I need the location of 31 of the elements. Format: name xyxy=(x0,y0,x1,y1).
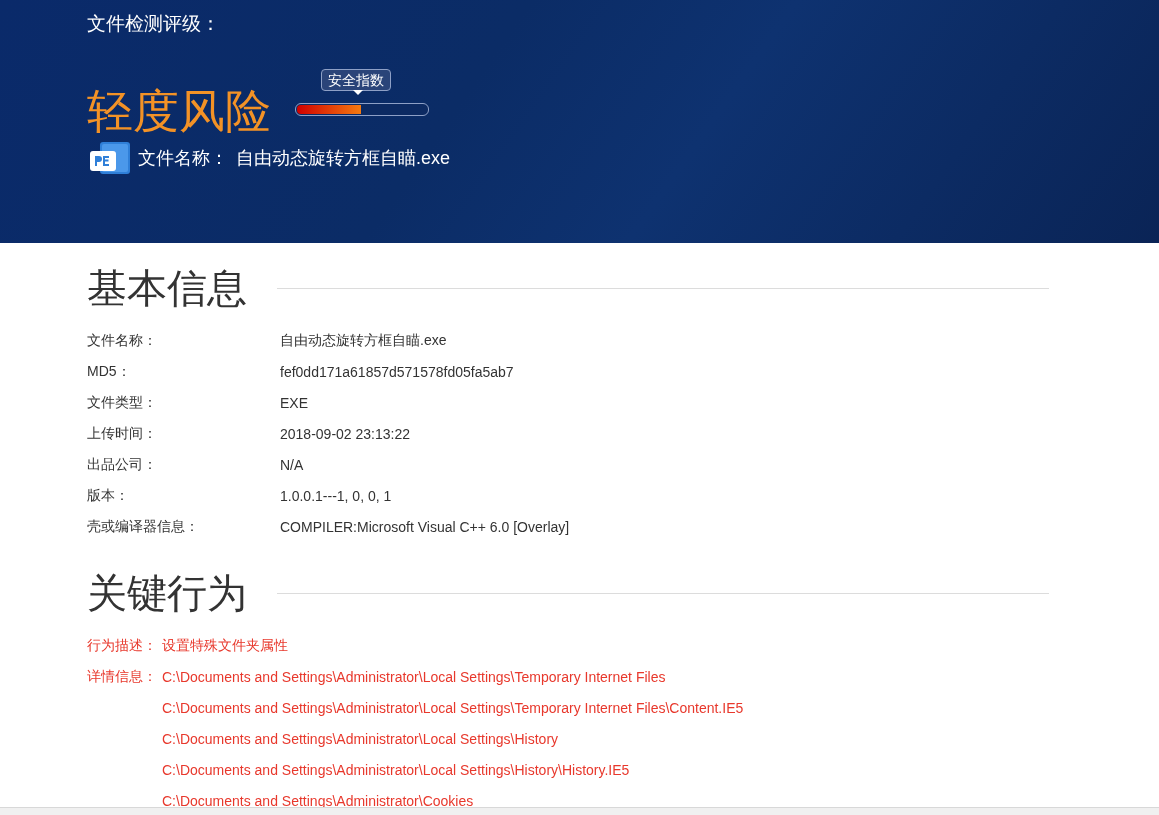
info-label: 文件名称： xyxy=(87,331,158,350)
tooltip-pointer-icon xyxy=(353,90,363,95)
pe-file-icon xyxy=(90,142,130,174)
section-title: 关键行为 xyxy=(87,570,247,617)
info-value: 2018-09-02 23:13:22 xyxy=(280,425,410,442)
info-label: 文件类型： xyxy=(87,393,158,412)
risk-level: 轻度风险 xyxy=(87,86,271,136)
info-value: N/A xyxy=(280,456,304,473)
behavior-label: 行为描述： xyxy=(87,636,158,655)
detail-path: C:\Documents and Settings\Administrator\Local Settings\Temporary Internet Files\Content.IE5 xyxy=(162,699,744,716)
behavior-description: 设置特殊文件夹属性 xyxy=(162,636,288,655)
section-title: 基本信息 xyxy=(87,265,247,312)
info-value: fef0dd171a61857d571578fd05fa5ab7 xyxy=(280,363,514,380)
meter-tooltip: 安全指数 xyxy=(321,69,391,91)
detail-path: C:\Documents and Settings\Administrator\Local Settings\Temporary Internet Files xyxy=(162,668,666,685)
info-label: 上传时间： xyxy=(87,424,158,443)
info-value: 1.0.0.1---1, 0, 0, 1 xyxy=(280,487,392,504)
info-value: EXE xyxy=(280,394,308,411)
detail-path: C:\Documents and Settings\Administrator\Local Settings\History\History.IE5 xyxy=(162,761,630,778)
info-value: COMPILER:Microsoft Visual C++ 6.0 [Overlay] xyxy=(280,518,570,535)
info-label: 版本： xyxy=(87,486,130,505)
info-label: MD5： xyxy=(87,362,132,381)
file-name: 自由动态旋转方框自瞄.exe xyxy=(236,147,451,170)
file-label: 文件名称： xyxy=(138,147,228,170)
info-label: 壳或编译器信息： xyxy=(87,517,200,536)
info-label: 出品公司： xyxy=(87,455,158,474)
detail-path: C:\Documents and Settings\Administrator\Local Settings\History xyxy=(162,730,559,747)
details-label: 详情信息： xyxy=(87,667,158,686)
rating-label: 文件检测评级： xyxy=(87,12,221,36)
info-value: 自由动态旋转方框自瞄.exe xyxy=(280,331,447,350)
detail-path: C:\Documents and Settings\Administrator\Cookies xyxy=(162,792,474,809)
